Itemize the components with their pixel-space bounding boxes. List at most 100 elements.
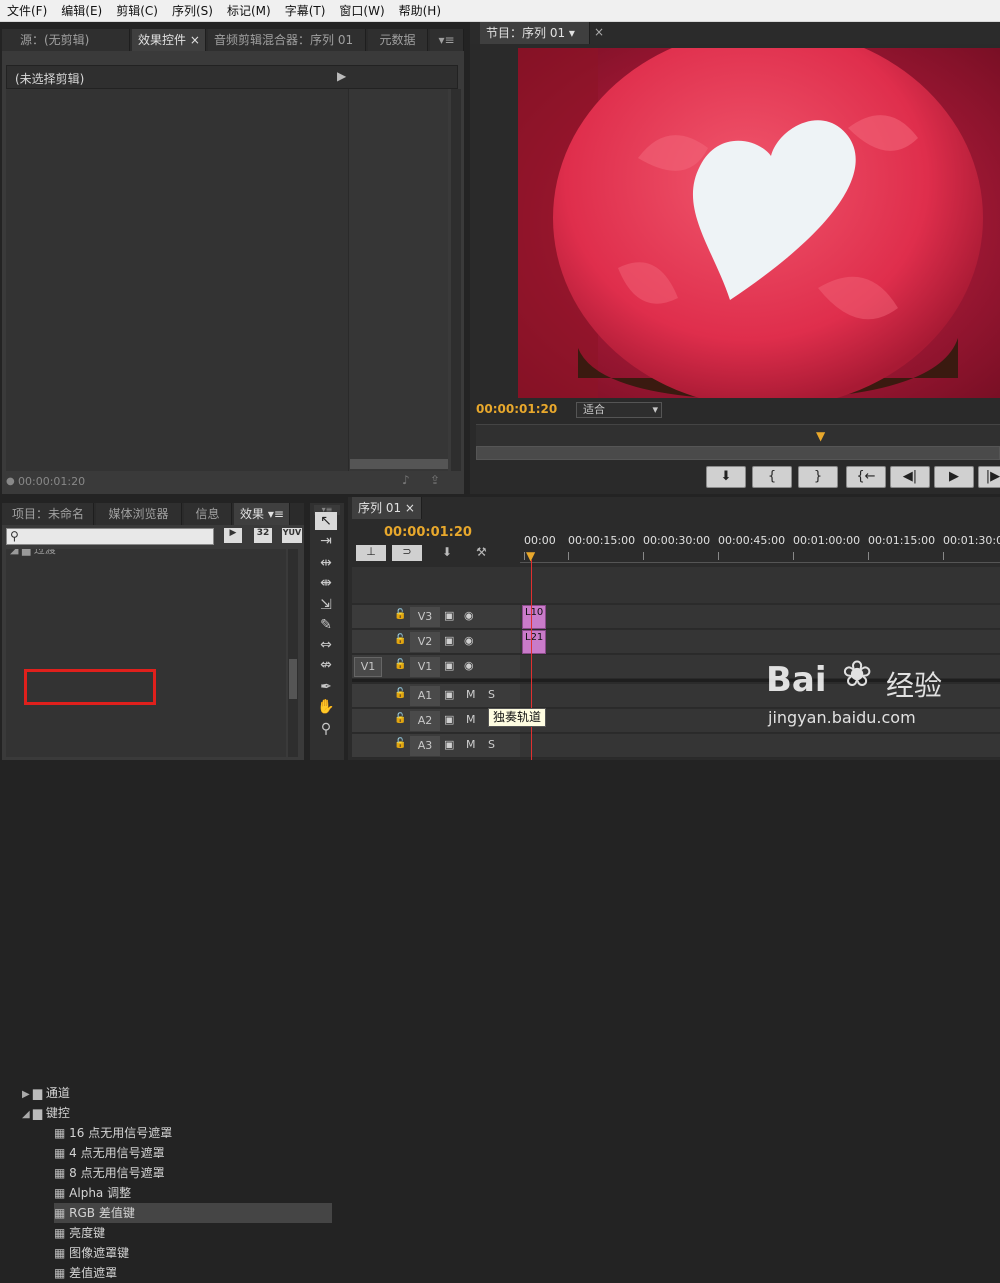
timeline-timecode[interactable]: 00:00:01:20: [384, 525, 472, 540]
track-name[interactable]: V1: [410, 657, 440, 677]
lock-icon[interactable]: 🔓: [394, 713, 406, 724]
pen-tool-icon[interactable]: ✒: [315, 678, 337, 696]
effect-item[interactable]: ▦ RGB 差值键: [54, 1203, 332, 1223]
sync-lock-icon[interactable]: ▣: [444, 634, 454, 647]
step-forward-button[interactable]: |▶: [978, 466, 1000, 488]
sync-lock-icon[interactable]: ▣: [444, 659, 454, 672]
program-time-ruler[interactable]: [476, 424, 1000, 446]
linked-selection-icon[interactable]: ⊃: [392, 545, 422, 561]
solo-button[interactable]: S: [488, 738, 495, 751]
effects-search-input[interactable]: ⚲: [6, 528, 214, 545]
effects-folder[interactable]: ◢ ▆ 键控: [22, 1103, 300, 1123]
lock-icon[interactable]: 🔓: [394, 688, 406, 699]
tab-info[interactable]: 信息: [184, 503, 232, 525]
play-button[interactable]: ▶: [934, 466, 974, 488]
rate-stretch-tool-icon[interactable]: ⇲: [315, 596, 337, 614]
fit-dropdown[interactable]: 适合 ▾: [576, 402, 662, 418]
tab-sequence[interactable]: 序列 01 ×: [352, 497, 422, 519]
scrollbar-thumb[interactable]: [289, 659, 297, 699]
wrench-icon[interactable]: ⚒: [476, 545, 487, 559]
chevron-down-icon[interactable]: ◢: [22, 1109, 33, 1120]
sync-lock-icon[interactable]: ▣: [444, 688, 454, 701]
yuv-effects-icon[interactable]: YUV: [282, 528, 302, 543]
menu-sequence[interactable]: 序列(S): [165, 0, 220, 22]
slide-tool-icon[interactable]: ⇎: [315, 656, 337, 674]
menu-title[interactable]: 字幕(T): [278, 0, 333, 22]
menu-clip[interactable]: 剪辑(C): [109, 0, 165, 22]
audio-icon[interactable]: ♪: [402, 473, 410, 487]
eye-icon[interactable]: ◉: [464, 609, 474, 622]
go-to-in-button[interactable]: {←: [846, 466, 886, 488]
menu-edit[interactable]: 编辑(E): [54, 0, 109, 22]
tab-metadata[interactable]: 元数据: [368, 29, 428, 51]
menu-help[interactable]: 帮助(H): [392, 0, 448, 22]
ripple-edit-tool-icon[interactable]: ⇹: [315, 554, 337, 572]
lock-icon[interactable]: 🔓: [394, 634, 406, 645]
track-header[interactable]: 🔓 V3 ▣ ◉: [352, 605, 520, 629]
effect-item[interactable]: ▦ 差值遮罩: [54, 1263, 332, 1283]
track-header[interactable]: V1 🔓 V1 ▣ ◉: [352, 655, 520, 679]
tab-source[interactable]: 源：(无剪辑): [2, 29, 130, 51]
tab-effects[interactable]: 效果 ▾≡: [234, 503, 290, 525]
effects-folder[interactable]: ▶ ▆ 通道: [22, 1083, 300, 1103]
solo-button[interactable]: S: [488, 688, 495, 701]
close-icon[interactable]: ×: [594, 25, 604, 39]
mark-out-button[interactable]: }: [798, 466, 838, 488]
chevron-right-icon[interactable]: ▶: [22, 1089, 33, 1100]
lock-icon[interactable]: 🔓: [394, 659, 406, 670]
scrollbar-vertical[interactable]: [451, 89, 461, 471]
timeline-clip[interactable]: L10: [522, 605, 546, 629]
export-icon[interactable]: ⇪: [430, 473, 440, 487]
source-patch-v1[interactable]: V1: [354, 657, 382, 677]
add-marker-icon[interactable]: ⬇: [442, 545, 452, 559]
eye-icon[interactable]: ◉: [464, 659, 474, 672]
sync-lock-icon[interactable]: ▣: [444, 713, 454, 726]
tab-program[interactable]: 节目：序列 01 ▾: [480, 22, 590, 44]
selection-tool-icon[interactable]: ↖: [315, 512, 337, 530]
add-marker-button[interactable]: ⬇: [706, 466, 746, 488]
32bit-effects-icon[interactable]: 32: [254, 528, 272, 543]
lock-icon[interactable]: 🔓: [394, 738, 406, 749]
track-name[interactable]: V3: [410, 607, 440, 627]
slip-tool-icon[interactable]: ⇔: [315, 636, 337, 654]
eye-icon[interactable]: ◉: [464, 634, 474, 647]
snap-icon[interactable]: ⊥: [356, 545, 386, 561]
scrollbar-horizontal[interactable]: [350, 459, 448, 469]
zoom-scrollbar[interactable]: [476, 446, 1000, 460]
track-name[interactable]: A1: [410, 686, 440, 706]
track-header[interactable]: 🔓 A1 ▣ M S: [352, 684, 520, 708]
close-icon[interactable]: ×: [190, 33, 200, 47]
mute-button[interactable]: M: [466, 738, 476, 751]
effect-item[interactable]: ▦ 8 点无用信号遮罩: [54, 1163, 332, 1183]
tab-media-browser[interactable]: 媒体浏览器: [96, 503, 182, 525]
panel-menu-icon[interactable]: ▾≡: [430, 29, 464, 51]
playhead-marker-icon[interactable]: ▼: [816, 429, 825, 443]
lock-icon[interactable]: 🔓: [394, 609, 406, 620]
razor-tool-icon[interactable]: ✎: [315, 616, 337, 634]
effect-item[interactable]: ▦ 亮度键: [54, 1223, 332, 1243]
track-name[interactable]: A3: [410, 736, 440, 756]
track-name[interactable]: A2: [410, 711, 440, 731]
accelerated-effects-icon[interactable]: ▶: [224, 528, 242, 543]
menu-window[interactable]: 窗口(W): [332, 0, 391, 22]
mark-in-button[interactable]: {: [752, 466, 792, 488]
track-name[interactable]: V2: [410, 632, 440, 652]
scrollbar-vertical[interactable]: [288, 549, 298, 757]
mute-button[interactable]: M: [466, 713, 476, 726]
effect-item[interactable]: ▦ 16 点无用信号遮罩: [54, 1123, 332, 1143]
track-header[interactable]: 🔓 V2 ▣ ◉: [352, 630, 520, 654]
rolling-edit-tool-icon[interactable]: ⇼: [315, 574, 337, 592]
mute-button[interactable]: M: [466, 688, 476, 701]
sync-lock-icon[interactable]: ▣: [444, 609, 454, 622]
tab-effect-controls[interactable]: 效果控件 ×: [132, 29, 206, 51]
tab-audio-mixer[interactable]: 音频剪辑混合器：序列 01: [208, 29, 366, 51]
tab-project[interactable]: 项目：未命名: [2, 503, 94, 525]
track-lane[interactable]: [520, 605, 1000, 629]
effect-item[interactable]: ▦ 4 点无用信号遮罩: [54, 1143, 332, 1163]
effect-item[interactable]: ▦ 图像遮罩键: [54, 1243, 332, 1263]
hand-tool-icon[interactable]: ✋: [315, 698, 337, 716]
timeline-clip[interactable]: L21: [522, 630, 546, 654]
menu-marker[interactable]: 标记(M): [220, 0, 278, 22]
effect-item[interactable]: ▦ Alpha 调整: [54, 1183, 332, 1203]
zoom-tool-icon[interactable]: ⚲: [315, 720, 337, 738]
